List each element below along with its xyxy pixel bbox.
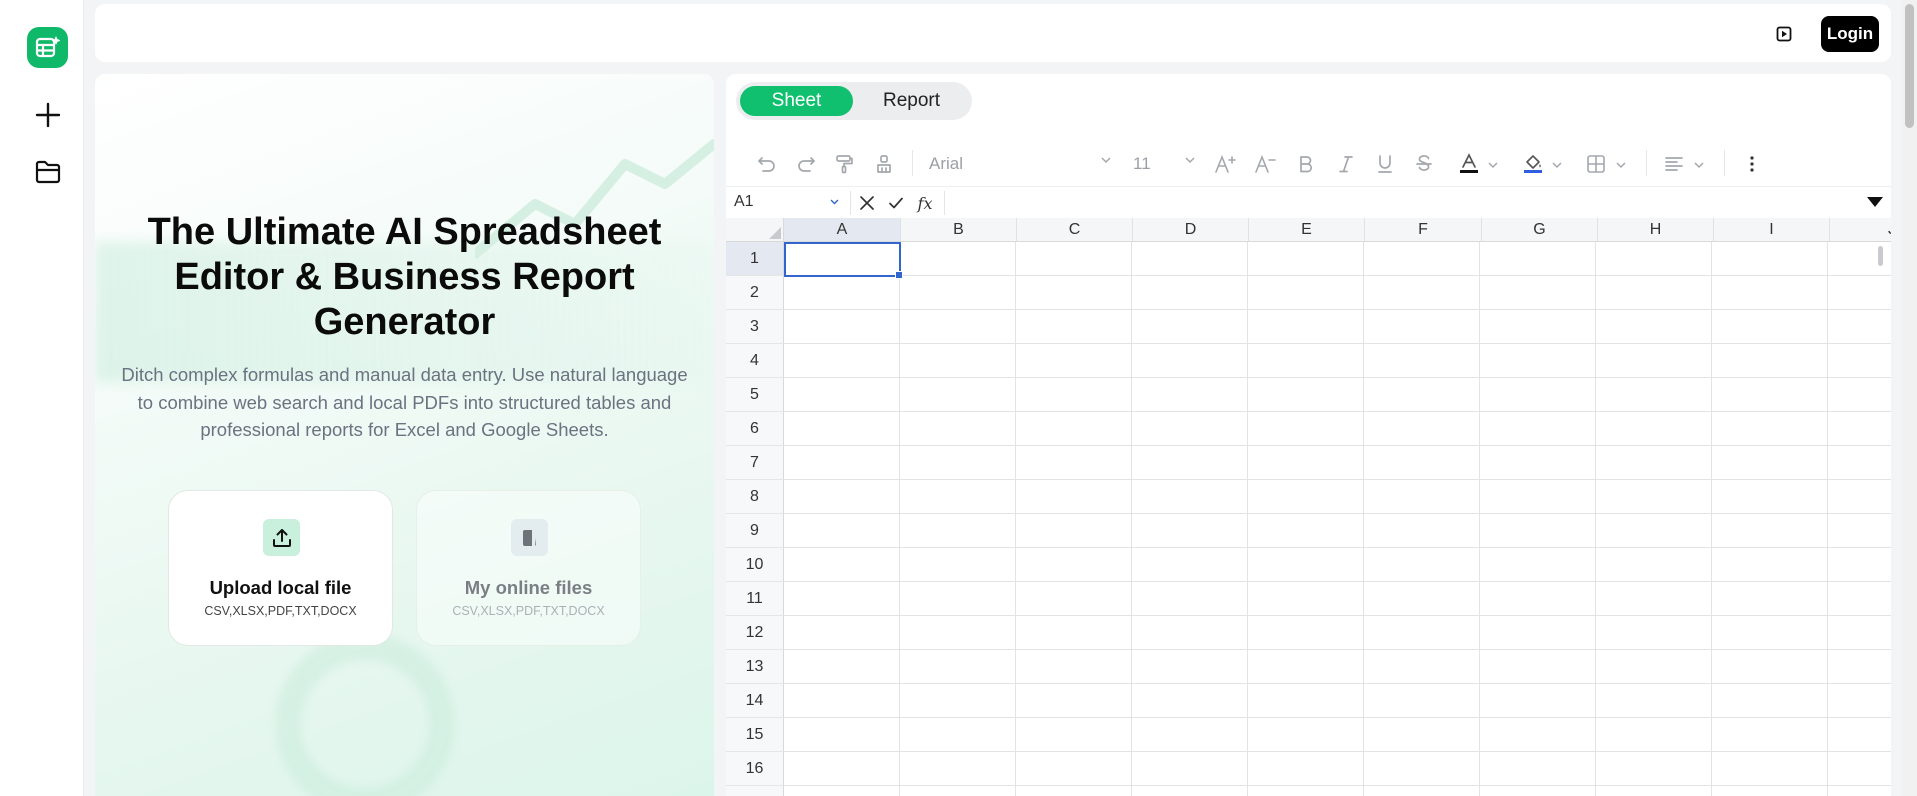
cell-reference-box[interactable]: A1 (734, 193, 844, 215)
column-header[interactable]: A (784, 218, 901, 242)
page-scrollbar-thumb[interactable] (1905, 4, 1914, 128)
chevron-down-icon (1101, 157, 1111, 164)
decorative-circle (275, 634, 455, 796)
column-header[interactable]: E (1249, 218, 1365, 242)
font-family-select[interactable]: Arial (929, 152, 1111, 176)
function-icon[interactable]: fx (915, 193, 935, 213)
new-button[interactable] (27, 94, 69, 136)
hero-panel: The Ultimate AI Spreadsheet Editor & Bus… (95, 74, 714, 796)
paint-format-icon[interactable] (833, 152, 857, 176)
row-header[interactable]: 16 (726, 752, 784, 786)
column-header[interactable]: B (901, 218, 1017, 242)
row-header[interactable]: 10 (726, 548, 784, 582)
formula-divider (850, 191, 851, 215)
spreadsheet-sparkle-icon[interactable] (27, 27, 68, 68)
formula-input[interactable] (948, 189, 1848, 217)
row-header[interactable]: 8 (726, 480, 784, 514)
row-header[interactable]: 1 (726, 242, 784, 276)
italic-icon[interactable] (1335, 152, 1357, 176)
cell-area[interactable] (784, 242, 1891, 796)
row-header[interactable]: 5 (726, 378, 784, 412)
top-bar: Login (95, 4, 1891, 62)
cancel-edit-icon[interactable] (857, 193, 877, 213)
redo-icon[interactable] (794, 152, 818, 176)
row-header[interactable]: 13 (726, 650, 784, 684)
fill-color-icon[interactable] (1520, 152, 1546, 176)
row-header[interactable]: 4 (726, 344, 784, 378)
chevron-down-icon (1185, 157, 1195, 164)
undo-icon[interactable] (755, 152, 779, 176)
column-header[interactable]: F (1365, 218, 1482, 242)
strikethrough-icon[interactable] (1413, 152, 1435, 176)
formula-divider (944, 191, 945, 215)
underline-icon[interactable] (1374, 152, 1396, 176)
hero-title: The Ultimate AI Spreadsheet Editor & Bus… (147, 211, 662, 343)
row-header[interactable]: 9 (726, 514, 784, 548)
toolbar-divider (912, 150, 913, 176)
more-icon[interactable] (1742, 152, 1762, 176)
font-family-value: Arial (929, 154, 964, 173)
row-header[interactable]: 17 (726, 786, 784, 796)
login-button[interactable]: Login (1821, 16, 1879, 52)
card-formats: CSV,XLSX,PDF,TXT,DOCX (204, 604, 357, 618)
formula-bar: A1 fx (726, 186, 1891, 218)
card-formats: CSV,XLSX,PDF,TXT,DOCX (452, 604, 605, 618)
row-header[interactable]: 11 (726, 582, 784, 616)
borders-icon[interactable] (1584, 152, 1608, 176)
clear-format-icon[interactable] (872, 152, 896, 176)
column-header[interactable]: I (1714, 218, 1830, 242)
card-title: My online files (464, 577, 593, 598)
font-size-select[interactable]: 11 (1133, 152, 1195, 176)
column-header[interactable]: H (1598, 218, 1714, 242)
select-all-corner[interactable] (726, 218, 784, 242)
spreadsheet-grid: A B C D E F G H I J 1 2 3 4 5 6 7 8 9 10… (726, 218, 1891, 796)
tab-sheet[interactable]: Sheet (740, 86, 853, 116)
row-header[interactable]: 6 (726, 412, 784, 446)
spreadsheet-panel: Sheet Report Arial 11 A1 fx A B C D E F … (726, 74, 1891, 796)
row-header[interactable]: 7 (726, 446, 784, 480)
chevron-down-icon[interactable] (1488, 162, 1498, 169)
row-header[interactable]: 12 (726, 616, 784, 650)
confirm-edit-icon[interactable] (886, 193, 906, 213)
chevron-down-icon[interactable] (830, 199, 839, 205)
font-size-value: 11 (1133, 154, 1151, 173)
chevron-down-icon[interactable] (1616, 162, 1626, 169)
files-button[interactable] (27, 151, 69, 193)
chevron-down-icon[interactable] (1552, 162, 1562, 169)
tab-report[interactable]: Report (855, 86, 968, 116)
upload-local-file-card[interactable]: Upload local file CSV,XLSX,PDF,TXT,DOCX (168, 490, 393, 646)
row-header[interactable]: 14 (726, 684, 784, 718)
my-online-files-card[interactable]: My online files CSV,XLSX,PDF,TXT,DOCX (416, 490, 641, 646)
formatting-toolbar: Arial 11 (726, 136, 1891, 190)
column-header[interactable]: C (1017, 218, 1133, 242)
document-icon (511, 519, 548, 556)
expand-formula-bar-icon[interactable] (1867, 197, 1883, 207)
folder-icon (35, 160, 61, 184)
upload-icon (263, 519, 300, 556)
increase-font-icon[interactable] (1213, 152, 1239, 176)
selected-cell[interactable] (784, 242, 903, 279)
grid-scrollbar[interactable] (1878, 246, 1883, 266)
left-rail (0, 0, 84, 796)
text-color-icon[interactable] (1456, 152, 1482, 176)
row-header[interactable]: 3 (726, 310, 784, 344)
page-scrollbar[interactable] (1902, 0, 1917, 796)
column-header[interactable]: J (1830, 218, 1891, 242)
align-icon[interactable] (1662, 152, 1686, 176)
plus-icon (35, 102, 61, 128)
toolbar-divider (1646, 150, 1647, 176)
view-switcher: Sheet Report (736, 82, 972, 120)
chevron-down-icon[interactable] (1694, 162, 1704, 169)
toolbar-divider (1724, 150, 1725, 176)
hero-subtitle: Ditch complex formulas and manual data e… (121, 364, 688, 440)
row-header[interactable]: 2 (726, 276, 784, 310)
column-header[interactable]: D (1133, 218, 1249, 242)
card-title: Upload local file (209, 577, 352, 598)
row-header[interactable]: 15 (726, 718, 784, 752)
play-square-icon[interactable] (1772, 22, 1796, 46)
bold-icon[interactable] (1295, 152, 1317, 176)
column-header[interactable]: G (1482, 218, 1598, 242)
decrease-font-icon[interactable] (1253, 152, 1279, 176)
